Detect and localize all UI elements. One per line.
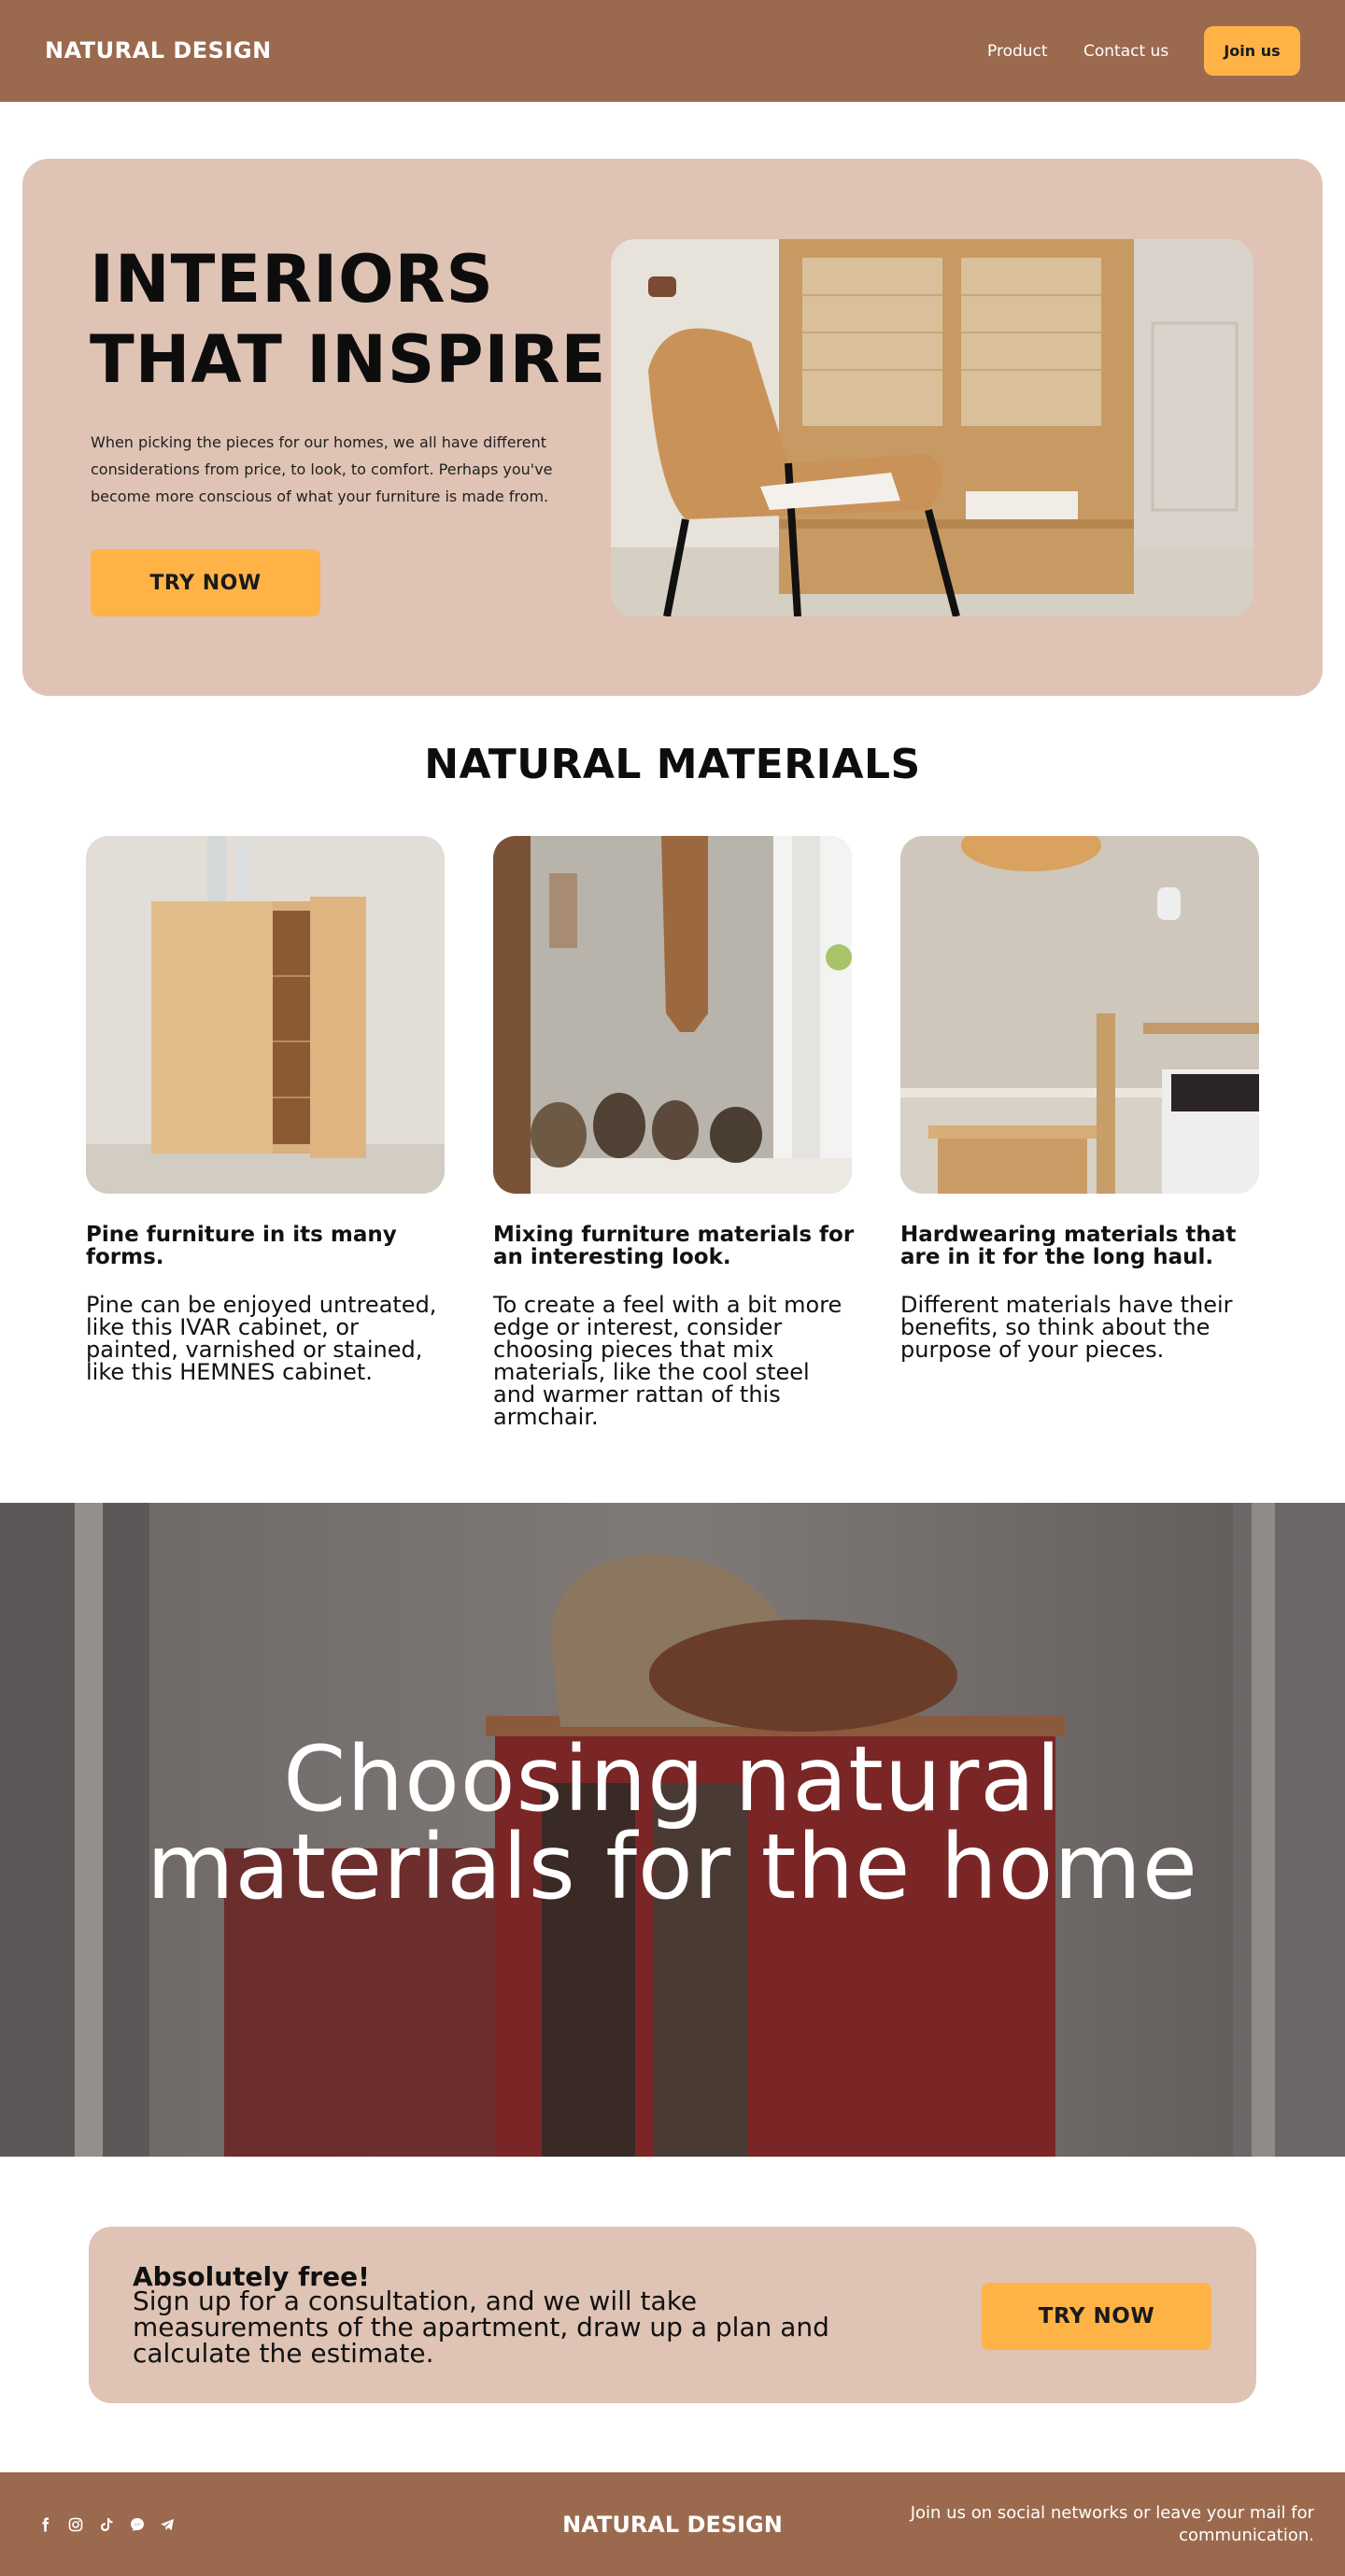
card-3-text: Different materials have their benefits,… bbox=[900, 1292, 1233, 1363]
materials-section-title: NATURAL MATERIALS bbox=[424, 741, 921, 788]
banner-title: Choosing natural materials for the home bbox=[0, 1727, 1345, 1919]
banner-title-line-2: materials for the home bbox=[147, 1815, 1198, 1919]
brand-logo[interactable]: NATURAL DESIGN bbox=[45, 37, 272, 64]
nav-product-link[interactable]: Product bbox=[987, 42, 1048, 61]
pine-cabinet-image bbox=[86, 836, 445, 1194]
hero-description: When picking the pieces for our homes, w… bbox=[91, 433, 553, 505]
bedroom-image bbox=[900, 836, 1259, 1194]
hero-try-now-button[interactable]: TRY NOW bbox=[91, 549, 320, 616]
join-us-button[interactable]: Join us bbox=[1204, 26, 1300, 76]
card-1-text: Pine can be enjoyed untreated, like this… bbox=[86, 1292, 437, 1385]
cta-text: Sign up for a consultation, and we will … bbox=[133, 2286, 829, 2369]
banner-title-line-1: Choosing natural bbox=[283, 1727, 1062, 1832]
kitchen-jars-image bbox=[493, 836, 852, 1194]
hero-title-line-1: INTERIORS bbox=[90, 241, 494, 318]
footer-note: Join us on social networks or leave your… bbox=[910, 2503, 1314, 2545]
hero-title-line-2: THAT INSPIRE bbox=[90, 321, 607, 398]
card-2-text: To create a feel with a bit more edge or… bbox=[493, 1292, 842, 1430]
nav-contact-link[interactable]: Contact us bbox=[1083, 42, 1168, 61]
card-2-heading: Mixing furniture materials for an intere… bbox=[493, 1223, 855, 1269]
card-3-heading: Hardwearing materials that are in it for… bbox=[900, 1223, 1237, 1269]
cta-try-now-button[interactable]: TRY NOW bbox=[982, 2283, 1211, 2350]
hero-title: INTERIORS THAT INSPIRE bbox=[90, 239, 613, 400]
card-1-heading: Pine furniture in its many forms. bbox=[86, 1223, 397, 1269]
hero-image bbox=[611, 239, 1253, 616]
